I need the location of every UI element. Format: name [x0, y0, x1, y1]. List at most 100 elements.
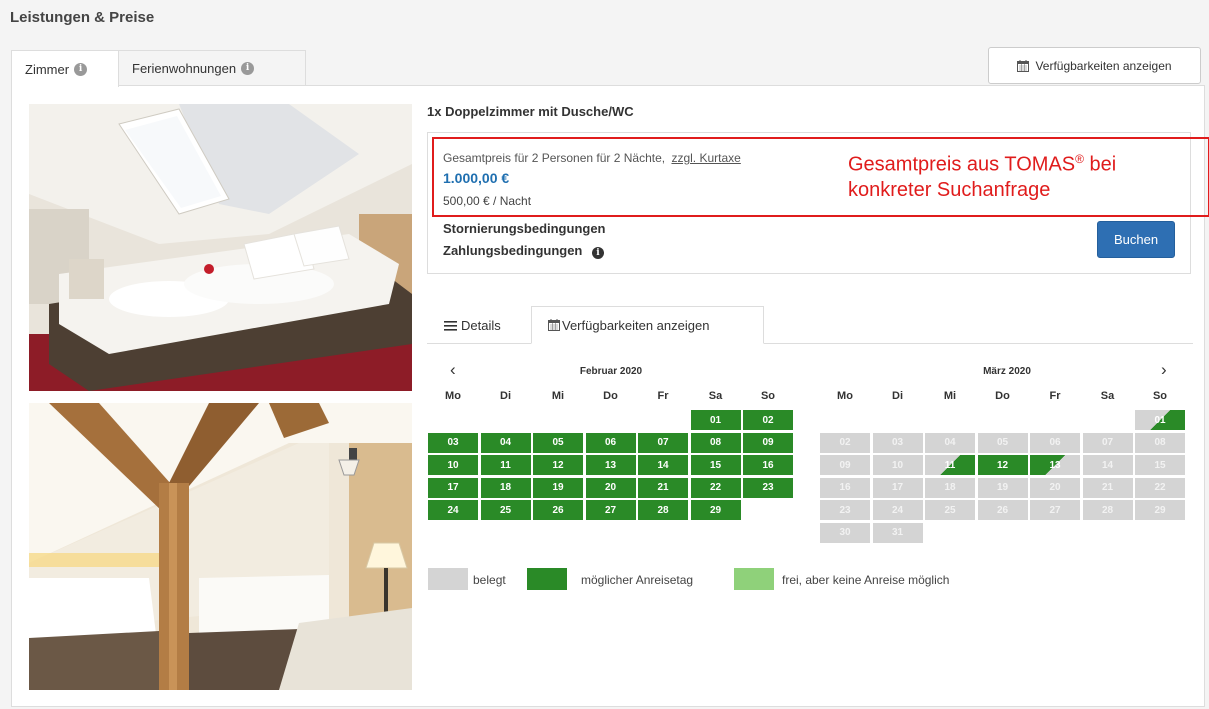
calendar-day[interactable]: 11 — [480, 455, 531, 475]
calendar-day: 14 — [1082, 455, 1133, 475]
calendar-day[interactable]: 07 — [638, 432, 688, 453]
calendar-day[interactable]: 01 — [1135, 410, 1185, 430]
legend-swatch-free — [734, 568, 774, 590]
calendar-day[interactable]: 06 — [585, 432, 636, 453]
calendar-prev-button[interactable]: ‹ — [450, 360, 456, 380]
calendar-day[interactable]: 25 — [480, 500, 531, 520]
weekday-header: So — [1152, 390, 1168, 402]
calendar-day[interactable]: 11 — [925, 455, 975, 475]
calendar-day: 19 — [977, 477, 1028, 498]
calendar-day[interactable]: 16 — [743, 455, 793, 475]
info-icon[interactable]: i — [241, 61, 255, 75]
tab-details-label: Details — [461, 318, 501, 333]
calendar-day[interactable]: 01 — [690, 410, 741, 430]
weekday-header: Mi — [943, 390, 957, 402]
weekday-header: Fr — [1049, 390, 1061, 402]
legend-swatch-arrival — [527, 568, 567, 590]
legend-label-free: frei, aber keine Anreise möglich — [782, 573, 950, 587]
legend-label-occupied: belegt — [473, 573, 506, 587]
price-description: Gesamtpreis für 2 Personen für 2 Nächte,… — [443, 151, 741, 165]
calendar-day[interactable]: 27 — [585, 500, 636, 520]
calendar-day[interactable]: 22 — [690, 477, 741, 498]
calendar-day: 06 — [1030, 432, 1080, 453]
calendar-day[interactable]: 17 — [428, 477, 478, 498]
price-description-text: Gesamtpreis für 2 Personen für 2 Nächte, — [443, 151, 666, 165]
kurtaxe-link[interactable]: zzgl. Kurtaxe — [671, 151, 740, 165]
annotation-registered-mark: ® — [1075, 152, 1084, 166]
weekday-header: Mo — [837, 390, 853, 402]
month-title-march: März 2020 — [983, 366, 1031, 377]
calendar-day: 21 — [1082, 477, 1133, 498]
page-title: Leistungen & Preise — [10, 9, 155, 26]
calendar-day: 05 — [977, 432, 1028, 453]
annotation-line1-b: bei — [1083, 153, 1117, 176]
calendar-day: 18 — [925, 477, 975, 498]
calendar-day[interactable]: 13 — [585, 455, 636, 475]
calendar-day[interactable]: 13 — [1030, 455, 1080, 475]
info-icon[interactable]: i — [74, 62, 88, 76]
calendar-day: 30 — [820, 522, 870, 543]
calendar-day[interactable]: 08 — [690, 432, 741, 453]
calendar-day[interactable]: 19 — [533, 477, 583, 498]
storno-link[interactable]: Stornierungsbedingungen — [443, 221, 606, 236]
calendar-day: 22 — [1135, 477, 1185, 498]
list-icon — [444, 320, 457, 331]
calendar-day[interactable]: 12 — [977, 455, 1028, 475]
room-title: 1x Doppelzimmer mit Dusche/WC — [427, 104, 634, 119]
calendar-day: 24 — [872, 500, 923, 520]
calendar-day[interactable]: 04 — [480, 432, 531, 453]
room-photo-1[interactable] — [29, 104, 412, 391]
book-button[interactable]: Buchen — [1097, 221, 1175, 258]
calendar-day[interactable]: 09 — [743, 432, 793, 453]
show-availability-button[interactable]: Verfügbarkeiten anzeigen — [988, 47, 1201, 84]
calendar-day: 03 — [872, 432, 923, 453]
tab-details[interactable]: Details — [444, 318, 501, 333]
calendar-day: 16 — [820, 477, 870, 498]
weekday-header: Mi — [551, 390, 565, 402]
calendar-next-button[interactable]: › — [1161, 360, 1167, 380]
calendar-day: 26 — [977, 500, 1028, 520]
tab-ferienwohnungen[interactable]: Ferienwohnungen i — [118, 50, 306, 85]
calendar-day[interactable]: 23 — [743, 477, 793, 498]
calendar-day[interactable]: 14 — [638, 455, 688, 475]
legend-label-arrival: möglicher Anreisetag — [581, 573, 694, 587]
weekday-header: Di — [500, 390, 511, 402]
calendar-day[interactable]: 15 — [690, 455, 741, 475]
calendar-day[interactable]: 26 — [533, 500, 583, 520]
tab-availability[interactable]: Verfügbarkeiten anzeigen — [531, 306, 764, 344]
weekday-header: So — [760, 390, 776, 402]
tab-availability-label: Verfügbarkeiten anzeigen — [562, 317, 710, 333]
calendar-icon — [1017, 59, 1030, 72]
calendar-day: 17 — [872, 477, 923, 498]
calendar-day: 31 — [872, 522, 923, 543]
calendar-day[interactable]: 28 — [638, 500, 688, 520]
calendar-day[interactable]: 29 — [690, 500, 741, 520]
info-icon[interactable]: i — [592, 247, 605, 259]
annotation-line2: konkreter Suchanfrage — [848, 178, 1051, 201]
calendar-day[interactable]: 12 — [533, 455, 583, 475]
weekday-header: Sa — [708, 390, 723, 402]
calendar-day[interactable]: 21 — [638, 477, 688, 498]
calendar-day[interactable]: 20 — [585, 477, 636, 498]
calendar-day[interactable]: 05 — [533, 432, 583, 453]
tab-ferienwohnungen-label: Ferienwohnungen — [132, 60, 237, 76]
show-availability-label: Verfügbarkeiten anzeigen — [1035, 58, 1172, 73]
price-total: 1.000,00 € — [443, 170, 510, 186]
calendar-day[interactable]: 03 — [428, 432, 478, 453]
calendar-day: 02 — [820, 432, 870, 453]
calendar-day: 09 — [820, 455, 870, 475]
zahlung-link[interactable]: Zahlungsbedingungen i — [443, 243, 605, 259]
weekday-header: Do — [995, 390, 1010, 402]
calendar-day[interactable]: 24 — [428, 500, 478, 520]
calendar-day[interactable]: 10 — [428, 455, 478, 475]
weekday-header: Mo — [445, 390, 461, 402]
price-per-night: 500,00 € / Nacht — [443, 194, 532, 208]
room-photo-2[interactable] — [29, 403, 412, 690]
calendar-day: 20 — [1030, 477, 1080, 498]
calendar-day[interactable]: 18 — [480, 477, 531, 498]
calendar-day: 28 — [1082, 500, 1133, 520]
annotation-text: Gesamtpreis aus TOMAS® bei konkreter Suc… — [848, 147, 1198, 203]
calendar-day[interactable]: 02 — [743, 410, 793, 430]
legend-swatch-occupied — [428, 568, 468, 590]
tab-zimmer[interactable]: Zimmer i — [11, 50, 119, 87]
